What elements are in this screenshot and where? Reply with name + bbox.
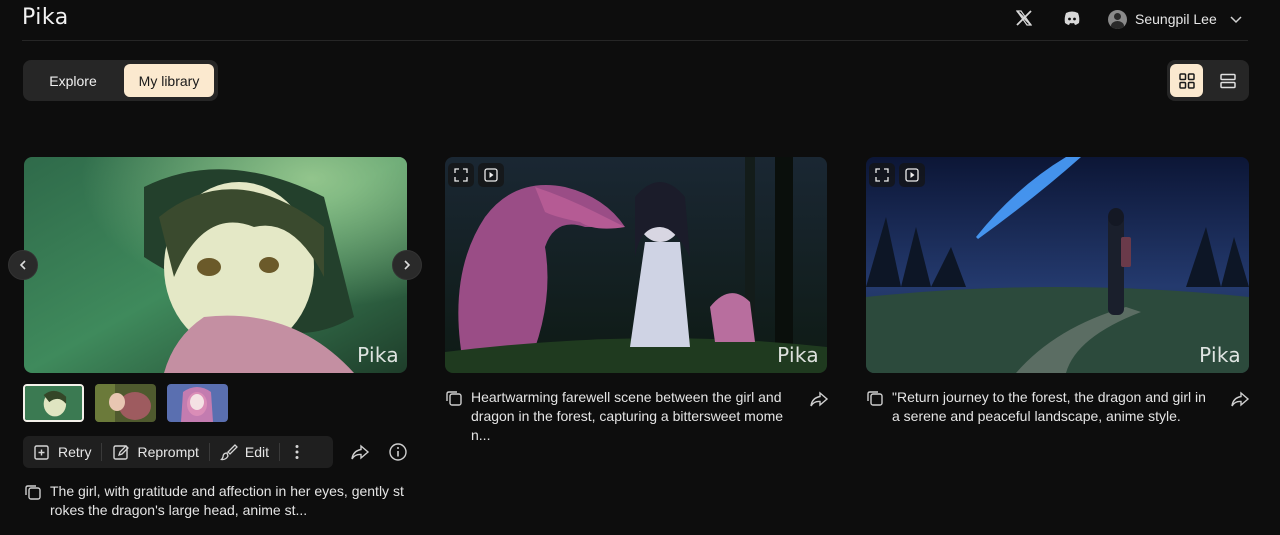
user-menu[interactable]: Seungpil Lee [1108, 8, 1243, 30]
discord-icon[interactable] [1062, 8, 1082, 28]
more-options-button[interactable] [280, 436, 314, 468]
fullscreen-button[interactable] [869, 163, 895, 187]
grid-view-button[interactable] [1170, 64, 1203, 97]
tab-my-library[interactable]: My library [124, 64, 214, 97]
share-icon[interactable] [1230, 389, 1250, 409]
prompt-text: "Return journey to the forest, the drago… [892, 389, 1206, 424]
reprompt-label: Reprompt [137, 444, 199, 460]
variant-thumbnails [23, 384, 228, 422]
prompt-text: The girl, with gratitude and affection i… [50, 483, 404, 518]
copy-icon[interactable] [24, 483, 42, 501]
x-icon[interactable] [1014, 8, 1034, 28]
retry-button[interactable]: Retry [23, 436, 101, 468]
user-name: Seungpil Lee [1135, 11, 1217, 27]
previous-arrow-button[interactable] [8, 250, 38, 280]
edit-label: Edit [244, 444, 270, 460]
thumbnail-1[interactable] [23, 384, 84, 422]
list-icon [1219, 73, 1236, 88]
prompt-caption-3: "Return journey to the forest, the drago… [866, 388, 1216, 426]
retry-label: Retry [58, 444, 92, 460]
expand-icon [875, 168, 889, 182]
pika-watermark: Pika [777, 343, 819, 367]
prompt-caption-1: The girl, with gratitude and affection i… [24, 482, 414, 520]
share-icon[interactable] [350, 442, 370, 462]
view-toggle [1167, 60, 1249, 101]
pika-logo[interactable]: Pika [22, 5, 69, 30]
copy-icon[interactable] [445, 389, 463, 407]
thumbnail-image [95, 384, 156, 422]
list-view-button[interactable] [1211, 64, 1244, 97]
girl-portrait-image [24, 157, 407, 373]
video-card-1[interactable]: Pika [24, 157, 407, 373]
chevron-down-icon [1230, 16, 1242, 24]
edit-button[interactable]: Edit [210, 436, 279, 468]
info-icon[interactable] [388, 442, 408, 462]
fullscreen-button[interactable] [448, 163, 474, 187]
brush-icon [220, 444, 238, 461]
thumbnail-image [167, 384, 228, 422]
library-tabs: Explore My library [23, 60, 218, 101]
card-action-bar: Retry Reprompt Edit [23, 436, 333, 468]
copy-icon[interactable] [866, 389, 884, 407]
retry-icon [34, 445, 49, 460]
tab-explore[interactable]: Explore [27, 64, 119, 97]
top-bar: Pika Seungpil Lee [0, 0, 1280, 40]
avatar [1108, 9, 1127, 29]
play-icon [484, 168, 498, 182]
video-card-3[interactable]: Pika [866, 157, 1249, 373]
pika-watermark: Pika [357, 343, 399, 367]
chevron-left-icon [19, 260, 26, 270]
video-card-2[interactable]: Pika [445, 157, 827, 373]
next-arrow-button[interactable] [392, 250, 422, 280]
pencil-square-icon [113, 445, 130, 460]
play-button[interactable] [478, 163, 504, 187]
share-icon[interactable] [809, 389, 829, 409]
reprompt-button[interactable]: Reprompt [102, 436, 208, 468]
chevron-right-icon [404, 260, 411, 270]
dragon-and-girl-forest-image [445, 157, 827, 373]
header-divider [22, 40, 1248, 41]
grid-icon [1178, 72, 1195, 89]
thumbnail-2[interactable] [95, 384, 156, 422]
thumbnail-3[interactable] [167, 384, 228, 422]
night-landscape-image [866, 157, 1249, 373]
more-vertical-icon [295, 445, 299, 459]
thumbnail-image [25, 386, 82, 420]
expand-icon [454, 168, 468, 182]
pika-watermark: Pika [1199, 343, 1241, 367]
play-button[interactable] [899, 163, 925, 187]
prompt-text: Heartwarming farewell scene between the … [471, 389, 784, 443]
play-icon [905, 168, 919, 182]
prompt-caption-2: Heartwarming farewell scene between the … [445, 388, 795, 445]
